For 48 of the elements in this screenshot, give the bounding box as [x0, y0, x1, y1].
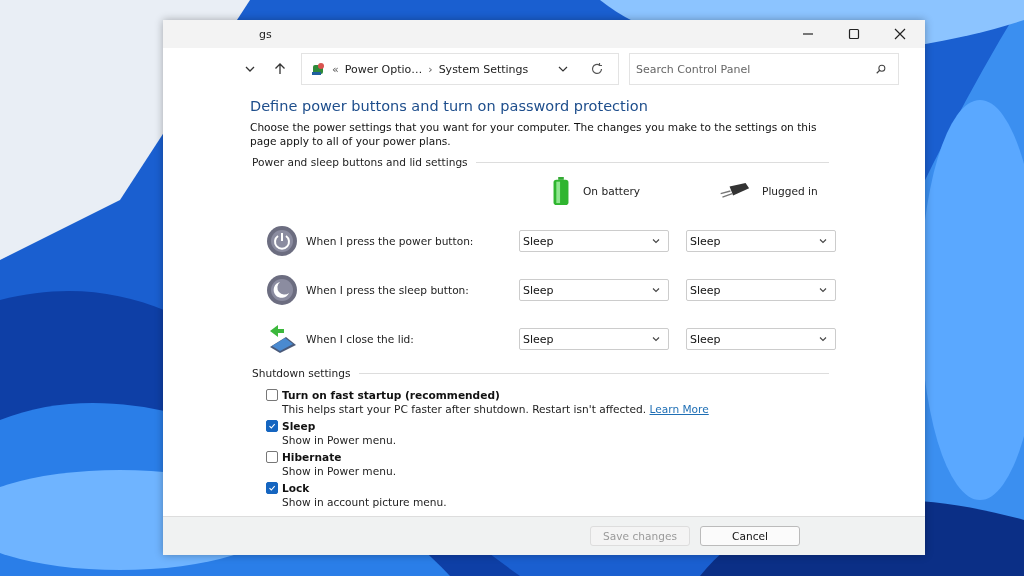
plug-icon — [718, 183, 750, 199]
breadcrumb-item[interactable]: Power Optio… — [344, 62, 423, 76]
search-icon — [875, 63, 887, 75]
breadcrumb-separator: « — [332, 62, 339, 76]
learn-more-link[interactable]: Learn More — [649, 403, 709, 415]
dropdown[interactable]: Sleep — [519, 328, 669, 350]
battery-icon — [551, 177, 571, 205]
up-arrow-icon[interactable] — [273, 62, 287, 76]
dropdown[interactable]: Sleep — [686, 230, 836, 252]
close-icon[interactable] — [893, 27, 907, 41]
option-label: Hibernate — [282, 451, 342, 463]
checkbox[interactable] — [266, 389, 278, 401]
maximize-icon[interactable] — [847, 27, 861, 41]
row-label: When I close the lid: — [306, 333, 414, 345]
checkbox[interactable] — [266, 482, 278, 494]
column-header: Plugged in — [762, 185, 818, 197]
option-label: Lock — [282, 482, 310, 494]
checkbox[interactable] — [266, 420, 278, 432]
checkbox[interactable] — [266, 451, 278, 463]
breadcrumb-separator: › — [428, 62, 433, 76]
power-icon — [266, 225, 298, 257]
row-label: When I press the sleep button: — [306, 284, 469, 296]
cancel-button[interactable]: Cancel — [700, 526, 800, 546]
checkmark-icon — [267, 483, 277, 493]
option-label: Turn on fast startup (recommended) — [282, 389, 500, 401]
option-description: Show in account picture menu. — [282, 495, 448, 510]
checkmark-icon — [267, 421, 277, 431]
dropdown[interactable]: Sleep — [519, 230, 669, 252]
column-header: On battery — [583, 185, 641, 197]
moon-icon — [266, 274, 298, 306]
option-description: Show in Power menu. — [282, 433, 397, 448]
option-description: Show in Power menu. — [282, 464, 397, 479]
page-heading: Define power buttons and turn on password protection — [250, 98, 649, 114]
section-title: Power and sleep buttons and lid settings — [252, 156, 468, 168]
control-panel-icon — [310, 61, 326, 77]
refresh-icon[interactable] — [590, 62, 604, 76]
window-title: gs — [259, 27, 272, 41]
option-label: Sleep — [282, 420, 316, 432]
row-label: When I press the power button: — [306, 235, 474, 247]
option-description: This helps start your PC faster after shutdown. Restart isn't affected. Learn More — [282, 402, 710, 417]
dropdown[interactable]: Sleep — [519, 279, 669, 301]
breadcrumb-item[interactable]: System Settings — [438, 62, 529, 76]
address-bar[interactable]: « Power Optio… › System Settings — [301, 53, 619, 85]
dropdown[interactable]: Sleep — [686, 328, 836, 350]
section-title: Shutdown settings — [252, 367, 351, 379]
intro-text: Choose the power settings that you want for your computer. The changes you make to the settings on this page apply to all of your power plans. — [250, 120, 818, 148]
search-field[interactable]: Search Control Panel — [629, 53, 899, 85]
dropdown[interactable]: Sleep — [686, 279, 836, 301]
